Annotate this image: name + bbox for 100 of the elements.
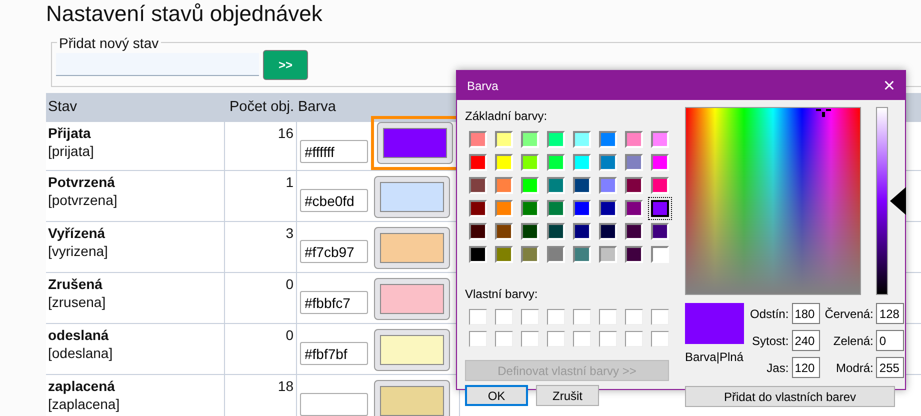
custom-color-slot[interactable] — [573, 331, 591, 347]
color-swatch[interactable] — [573, 200, 591, 217]
custom-color-slot[interactable] — [625, 309, 643, 325]
color-swatch[interactable] — [547, 200, 565, 217]
color-swatch[interactable] — [651, 200, 669, 217]
custom-color-slot[interactable] — [469, 309, 487, 325]
color-swatch-button[interactable] — [374, 329, 450, 372]
value-field[interactable]: 255 — [876, 357, 904, 378]
custom-color-slot[interactable] — [651, 331, 669, 347]
hex-field[interactable] — [300, 393, 368, 416]
color-swatch[interactable] — [625, 200, 643, 217]
color-swatch[interactable] — [521, 246, 539, 263]
hex-field[interactable]: #fbf7bf — [300, 342, 368, 366]
field-label: Sytost: — [751, 332, 789, 350]
value-field[interactable]: 120 — [792, 357, 820, 378]
state-name-field[interactable] — [56, 53, 259, 76]
color-swatch[interactable] — [599, 177, 617, 194]
color-swatch[interactable] — [573, 131, 591, 148]
color-swatch[interactable] — [625, 154, 643, 171]
color-swatch[interactable] — [651, 131, 669, 148]
color-swatch-button[interactable] — [374, 380, 450, 416]
color-swatch[interactable] — [521, 154, 539, 171]
color-swatch[interactable] — [469, 200, 487, 217]
custom-color-slot[interactable] — [495, 331, 513, 347]
color-spectrum[interactable] — [685, 107, 861, 295]
color-swatch[interactable] — [599, 154, 617, 171]
color-swatch[interactable] — [547, 223, 565, 240]
custom-color-slot[interactable] — [495, 309, 513, 325]
custom-color-slot[interactable] — [599, 331, 617, 347]
color-swatch-button[interactable] — [374, 227, 450, 270]
color-swatch[interactable] — [651, 177, 669, 194]
dialog-title: Barva — [467, 78, 498, 94]
color-swatch[interactable] — [495, 200, 513, 217]
field-label: Červená: — [824, 306, 874, 322]
value-field[interactable]: 180 — [792, 303, 820, 324]
add-to-custom-colors-button[interactable]: Přidat do vlastních barev — [685, 386, 895, 407]
color-swatch[interactable] — [547, 246, 565, 263]
field-label: Modrá: — [835, 360, 874, 376]
ok-button[interactable]: OK — [465, 385, 528, 406]
color-swatch[interactable] — [495, 223, 513, 240]
color-swatch[interactable] — [599, 131, 617, 148]
cancel-button[interactable]: Zrušit — [536, 385, 599, 406]
color-swatch-button[interactable] — [376, 122, 452, 164]
color-swatch[interactable] — [599, 246, 617, 263]
color-swatch-button[interactable] — [374, 176, 450, 218]
value-field[interactable]: 0 — [876, 330, 904, 351]
color-swatch[interactable] — [469, 246, 487, 263]
color-swatch[interactable] — [547, 154, 565, 171]
order-count: 3 — [286, 225, 294, 242]
color-swatch[interactable] — [625, 131, 643, 148]
color-swatch[interactable] — [625, 223, 643, 240]
color-swatch[interactable] — [521, 177, 539, 194]
color-swatch[interactable] — [495, 246, 513, 263]
color-swatch[interactable] — [573, 177, 591, 194]
color-swatch-button[interactable] — [374, 278, 450, 320]
color-swatch[interactable] — [521, 223, 539, 240]
color-swatch[interactable] — [495, 131, 513, 148]
color-swatch[interactable] — [625, 246, 643, 263]
color-swatch[interactable] — [651, 223, 669, 240]
color-swatch[interactable] — [521, 131, 539, 148]
order-count: 0 — [286, 276, 294, 292]
color-swatch[interactable] — [573, 223, 591, 240]
preview-label: Barva|Plná — [685, 349, 744, 366]
color-swatch[interactable] — [547, 131, 565, 148]
color-swatch[interactable] — [495, 177, 513, 194]
color-swatch[interactable] — [547, 177, 565, 194]
custom-color-slot[interactable] — [547, 309, 565, 325]
color-swatch[interactable] — [599, 223, 617, 240]
color-swatch[interactable] — [469, 154, 487, 171]
custom-color-slot[interactable] — [469, 331, 487, 347]
color-swatch[interactable] — [651, 154, 669, 171]
custom-color-slot[interactable] — [521, 331, 539, 347]
color-swatch[interactable] — [469, 177, 487, 194]
field-label: Odstín: — [750, 306, 789, 322]
color-swatch[interactable] — [573, 246, 591, 263]
state-name: odeslaná — [48, 326, 110, 344]
value-field[interactable]: 240 — [792, 330, 820, 351]
custom-color-slot[interactable] — [573, 309, 591, 325]
color-swatch[interactable] — [573, 154, 591, 171]
custom-color-slot[interactable] — [599, 309, 617, 325]
color-swatch[interactable] — [625, 177, 643, 194]
custom-color-slot[interactable] — [547, 331, 565, 347]
color-preview — [685, 303, 744, 344]
color-swatch[interactable] — [469, 131, 487, 148]
hex-field[interactable]: #fbbfc7 — [300, 291, 368, 314]
color-swatch[interactable] — [469, 223, 487, 240]
color-swatch[interactable] — [495, 154, 513, 171]
luminance-slider-arrow[interactable] — [890, 187, 906, 215]
hex-field[interactable]: #f7cb97 — [300, 240, 368, 264]
state-code: [potvrzena] — [48, 191, 118, 210]
custom-color-slot[interactable] — [625, 331, 643, 347]
custom-color-slot[interactable] — [651, 309, 669, 325]
custom-color-slot[interactable] — [521, 309, 539, 325]
hex-field[interactable]: #cbe0fd — [300, 189, 368, 212]
color-swatch[interactable] — [651, 246, 669, 263]
close-button[interactable]: × — [879, 76, 899, 96]
hex-field[interactable]: #ffffff — [300, 140, 368, 164]
color-swatch[interactable] — [521, 200, 539, 217]
value-field[interactable]: 128 — [876, 303, 904, 324]
color-swatch[interactable] — [599, 200, 617, 217]
